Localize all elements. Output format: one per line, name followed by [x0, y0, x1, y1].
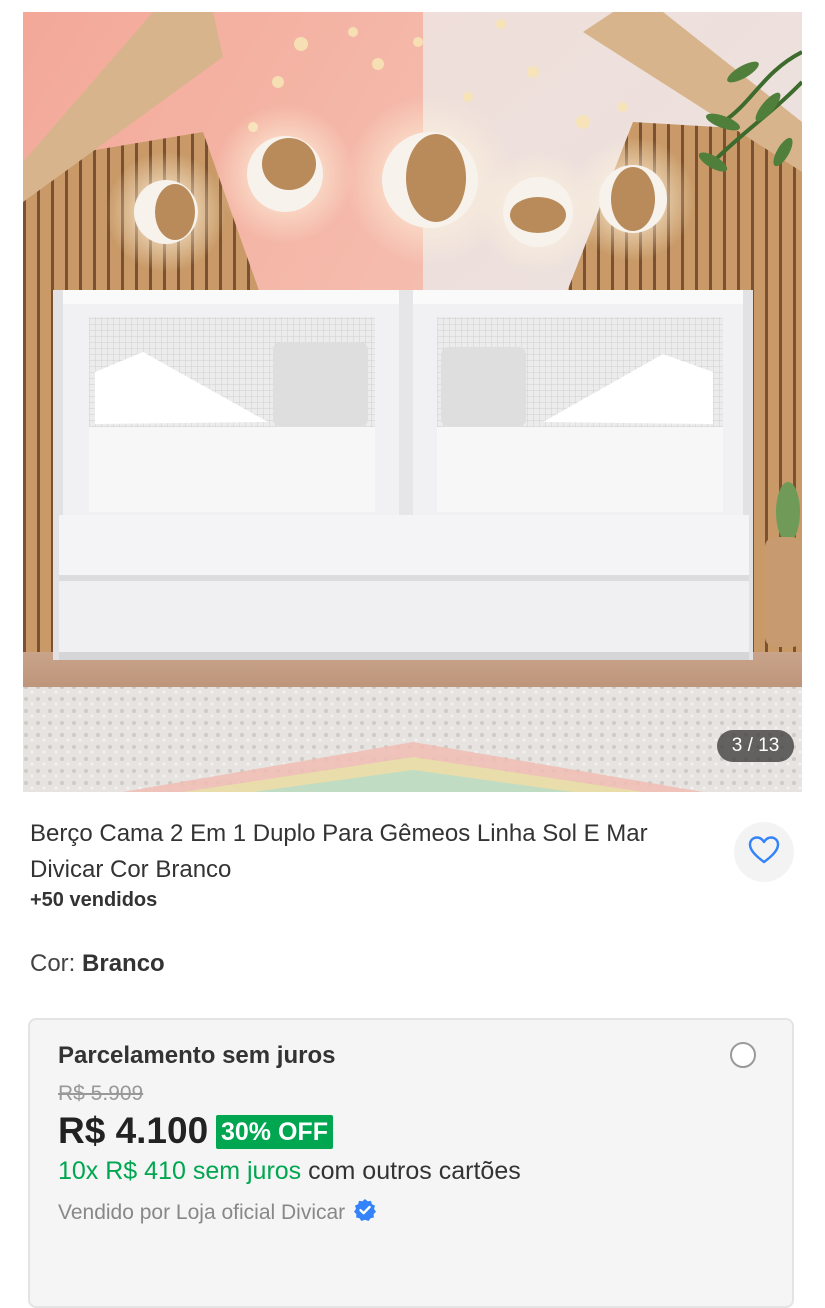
color-label: Cor: — [30, 950, 76, 977]
product-gallery[interactable]: 3 / 13 — [0, 0, 825, 792]
product-title: Berço Cama 2 Em 1 Duplo Para Gêmeos Linh… — [30, 820, 648, 883]
installments-info: 10x R$ 410 sem juros com outros cartões — [58, 1157, 521, 1186]
sold-count: +50 vendidos — [30, 889, 158, 911]
discount-badge: 30% OFF — [216, 1115, 333, 1149]
product-photo[interactable] — [23, 12, 802, 792]
payment-option-card[interactable]: Parcelamento sem juros R$ 5.909 R$ 4.100… — [28, 1018, 794, 1308]
color-value: Branco — [82, 950, 165, 977]
current-price: R$ 4.100 — [58, 1110, 209, 1151]
original-price: R$ 5.909 — [58, 1082, 144, 1105]
installments-suffix: com outros cartões — [301, 1157, 521, 1185]
image-counter: 3 / 13 — [717, 730, 794, 762]
heart-outline-icon — [748, 835, 780, 870]
color-selector[interactable]: Cor: Branco — [30, 950, 165, 978]
payment-option-title: Parcelamento sem juros — [58, 1042, 336, 1069]
payment-option-radio[interactable] — [730, 1042, 756, 1068]
seller-info[interactable]: Vendido por Loja oficial Divicar — [58, 1198, 377, 1228]
verified-badge-icon — [353, 1198, 377, 1228]
installments-highlight: 10x R$ 410 sem juros — [58, 1157, 302, 1185]
seller-text: Vendido por Loja oficial Divicar — [58, 1201, 346, 1224]
favorite-button[interactable] — [734, 822, 794, 882]
